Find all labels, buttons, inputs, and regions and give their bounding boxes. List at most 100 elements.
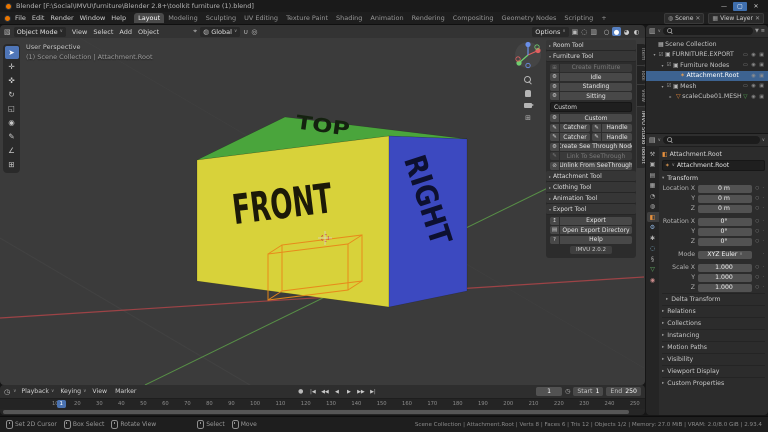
scene-clear-icon[interactable]: ✕ bbox=[695, 15, 700, 22]
view-layer-selector[interactable]: ▦ View Layer ✕ bbox=[708, 12, 764, 24]
sidebar-tab[interactable]: View bbox=[637, 85, 645, 107]
viewport-menu-item[interactable]: Select bbox=[90, 28, 116, 36]
field-decorator-icons[interactable]: · bbox=[752, 252, 765, 257]
number-field[interactable]: 1.000 bbox=[698, 273, 752, 282]
proportional-edit-icon[interactable]: ◎ bbox=[251, 28, 257, 36]
workspace-tab[interactable]: + bbox=[597, 13, 610, 23]
perspective-toggle-icon[interactable]: ⊞ bbox=[525, 114, 531, 122]
mode-dropdown[interactable]: Object Mode ∨ bbox=[13, 26, 66, 37]
timeline-menu-item[interactable]: View bbox=[90, 388, 111, 395]
properties-tab[interactable]: ▣ bbox=[647, 160, 659, 170]
custom-button[interactable]: Custom bbox=[560, 114, 632, 122]
orientation-dropdown[interactable]: ◍ Global ∨ bbox=[200, 26, 241, 37]
number-field[interactable]: 0 m bbox=[698, 194, 752, 203]
workspace-tab[interactable]: Scripting bbox=[560, 13, 597, 23]
sidebar-tab[interactable]: Item bbox=[637, 44, 645, 65]
property-panel-header[interactable]: ▸ Collections bbox=[662, 317, 765, 329]
workspace-tab[interactable]: Shading bbox=[332, 13, 366, 23]
shading-mode-icon[interactable]: ○ bbox=[602, 27, 611, 36]
property-panel-header[interactable]: ▸ Instancing bbox=[662, 329, 765, 341]
workspace-tab[interactable]: Sculpting bbox=[202, 13, 240, 23]
field-decorator-icons[interactable]: ○ · bbox=[752, 186, 765, 191]
blender-menu-icon[interactable] bbox=[4, 14, 11, 22]
export-button[interactable]: Help bbox=[560, 235, 632, 244]
xray-toggle-icon[interactable]: ▥ bbox=[590, 28, 597, 36]
tool-button[interactable]: ✛ bbox=[5, 60, 19, 73]
filter-funnel-icon[interactable]: ▼ bbox=[755, 28, 759, 34]
panel-export-tool[interactable]: ▾ Export Tool bbox=[546, 204, 636, 215]
expand-caret-icon[interactable]: ▾ bbox=[652, 52, 657, 57]
property-panel-header[interactable]: ▸ Relations bbox=[662, 305, 765, 317]
auto-keying-button[interactable]: ● bbox=[298, 388, 303, 395]
row-visibility-icons[interactable]: ◉ ▣ bbox=[751, 94, 765, 100]
row-visibility-icons[interactable]: ▭ ◉ ▣ bbox=[743, 52, 765, 58]
catcher-button[interactable]: Catcher bbox=[560, 123, 590, 132]
tool-button[interactable]: ✜ bbox=[5, 74, 19, 87]
gear-icon[interactable]: ⚙ bbox=[550, 92, 559, 100]
viewport-menu-item[interactable]: Add bbox=[116, 28, 135, 36]
tool-button[interactable]: ⊞ bbox=[5, 158, 19, 171]
current-frame-field[interactable]: 1 bbox=[536, 387, 563, 396]
tool-button[interactable]: ➤ bbox=[4, 46, 19, 59]
number-field[interactable]: 1.000 bbox=[698, 283, 752, 292]
property-panel-header[interactable]: ▸ Visibility bbox=[662, 353, 765, 365]
gear-icon[interactable]: ⚙ bbox=[550, 82, 559, 91]
pose-button[interactable]: Standing bbox=[560, 82, 632, 91]
property-panel-header[interactable]: ▸ Motion Paths bbox=[662, 341, 765, 353]
row-visibility-icons[interactable]: ▭ ◉ ▣ bbox=[743, 83, 765, 89]
properties-tab[interactable]: ▦ bbox=[647, 181, 659, 191]
timeline-menu-item[interactable]: Playback ∨ bbox=[19, 388, 56, 395]
field-decorator-icons[interactable]: ○ · bbox=[752, 285, 765, 290]
number-field[interactable]: 0° bbox=[698, 237, 752, 246]
gizmos-toggle-icon[interactable]: ▣ bbox=[572, 28, 579, 36]
playback-button[interactable]: ▶▶ bbox=[355, 388, 366, 396]
tool-button[interactable]: ◉ bbox=[5, 116, 19, 129]
field-decorator-icons[interactable]: ○ · bbox=[752, 206, 765, 211]
pan-icon[interactable] bbox=[525, 90, 531, 97]
snap-magnet-icon[interactable]: ∪ bbox=[243, 28, 248, 36]
outliner-row[interactable]: ▾ ☑ ▣ Mesh ▭ ◉ ▣ bbox=[646, 81, 768, 92]
outliner-row[interactable]: ✶ Attachment.Root ◉ ▣ bbox=[646, 70, 768, 81]
handle-button[interactable]: Handle bbox=[602, 123, 632, 132]
outliner-row[interactable]: ▾ ☑ ▣ FURNITURE.EXPORT ▭ ◉ ▣ bbox=[646, 50, 768, 61]
toolkit-version-button[interactable]: IMVU 2.0.2 bbox=[570, 245, 612, 254]
collapsed-panel-header[interactable]: ▸ Animation Tool bbox=[546, 193, 636, 204]
outliner-search-input[interactable] bbox=[662, 27, 753, 35]
number-field[interactable]: XYZ Euler ∨ bbox=[698, 250, 752, 259]
editor-type-icon[interactable]: ▧ bbox=[4, 28, 11, 36]
playback-button[interactable]: ▶ bbox=[343, 388, 354, 396]
filter-icon[interactable]: ≡ bbox=[761, 28, 765, 34]
properties-tab[interactable]: ⚙ bbox=[647, 223, 659, 233]
frame-start-field[interactable]: Start 1 bbox=[573, 387, 604, 396]
close-button[interactable]: ✕ bbox=[749, 2, 763, 11]
collection-checkbox[interactable]: ☑ bbox=[659, 52, 664, 58]
number-field[interactable]: 0° bbox=[698, 217, 752, 226]
current-frame-indicator[interactable]: 1 bbox=[57, 400, 66, 408]
object-name-field[interactable]: ✶ ∨ Attachment.Root bbox=[662, 160, 765, 171]
panel-room-tool[interactable]: ▸ Room Tool bbox=[546, 40, 636, 51]
timeline-menu-item[interactable]: Marker bbox=[113, 388, 140, 395]
field-decorator-icons[interactable]: ○ · bbox=[752, 265, 765, 270]
orientation-gizmo[interactable] bbox=[514, 41, 542, 69]
expand-caret-icon[interactable]: ▾ bbox=[660, 63, 665, 68]
tool-button[interactable]: ◱ bbox=[5, 102, 19, 115]
options-dropdown[interactable]: Options ∨ bbox=[532, 26, 569, 37]
chevron-down-icon[interactable]: ∨ bbox=[762, 138, 765, 143]
expand-caret-icon[interactable]: ▾ bbox=[660, 84, 665, 89]
shading-mode-icon[interactable]: ◕ bbox=[622, 27, 631, 36]
menubar-item[interactable]: Window bbox=[77, 14, 109, 22]
properties-tab[interactable]: ⚒ bbox=[647, 149, 659, 159]
properties-tab[interactable]: ◍ bbox=[647, 202, 659, 212]
row-visibility-icons[interactable]: ▭ ◉ ▣ bbox=[743, 62, 765, 68]
3d-viewport[interactable]: TOP FRONT RIGHT User Perspective (1) Sce… bbox=[0, 38, 645, 385]
properties-tab[interactable]: ▽ bbox=[647, 265, 659, 275]
workspace-tab[interactable]: Texture Paint bbox=[282, 13, 332, 23]
tool-button[interactable]: ✎ bbox=[5, 130, 19, 143]
workspace-tab[interactable]: Geometry Nodes bbox=[498, 13, 561, 23]
collection-checkbox[interactable]: ☑ bbox=[667, 83, 672, 89]
pose-button[interactable]: Sitting bbox=[560, 92, 632, 100]
properties-tab[interactable]: ◧ bbox=[646, 212, 659, 222]
properties-tab[interactable]: § bbox=[647, 254, 659, 264]
camera-view-icon[interactable] bbox=[524, 103, 534, 108]
gear-icon[interactable]: ⚙ bbox=[550, 114, 559, 122]
